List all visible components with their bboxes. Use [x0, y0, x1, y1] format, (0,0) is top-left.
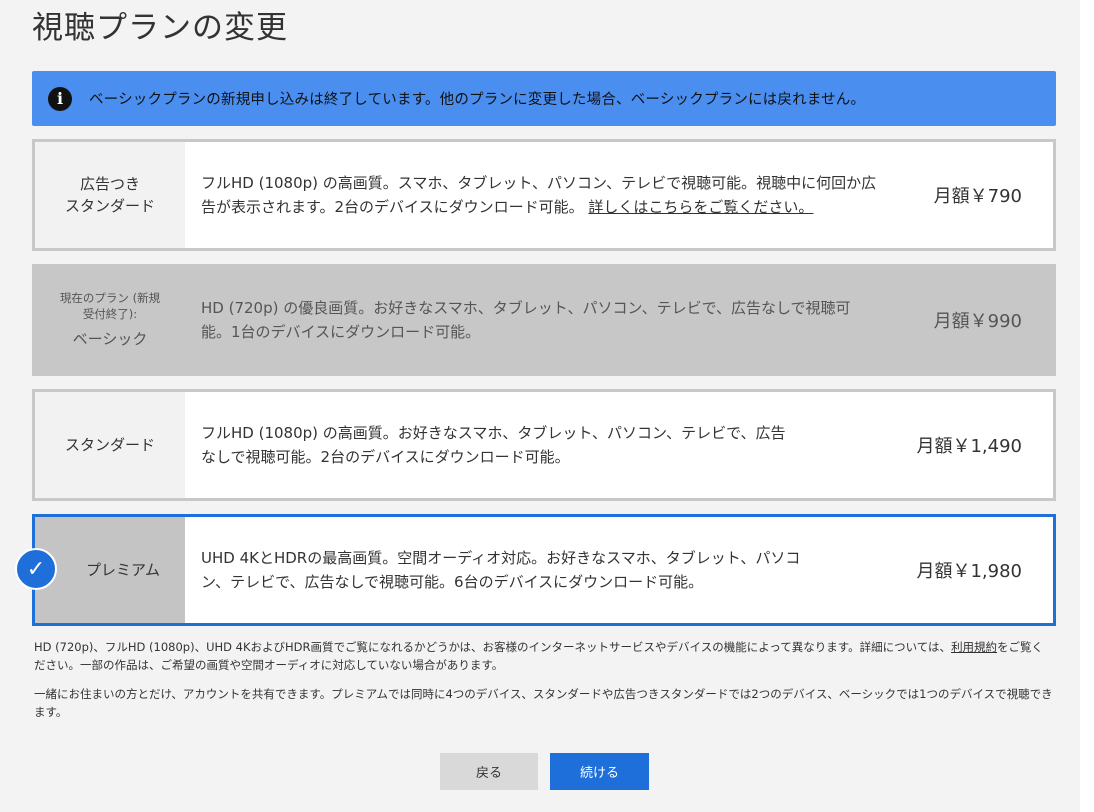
current-plan-label: 現在のプラン (新規受付終了):: [59, 291, 161, 321]
plan-name-line1: 広告つき: [79, 175, 140, 193]
plan-description-text: UHD 4KとHDRの最高画質。空間オーディオ対応。お好きなスマホ、タブレット、…: [201, 549, 801, 591]
quality-footnote: HD (720p)、フルHD (1080p)、UHD 4KおよびHDR画質でご覧…: [34, 638, 1054, 674]
notice-banner: i ベーシックプランの新規申し込みは終了しています。他のプランに変更した場合、ベ…: [32, 71, 1056, 126]
notice-text: ベーシックプランの新規申し込みは終了しています。他のプランに変更した場合、ベーシ…: [89, 92, 866, 108]
plan-price: 月額￥790: [933, 186, 1022, 207]
plan-option-standard-with-ads[interactable]: 広告つき スタンダード フルHD (1080p) の高画質。スマホ、タブレット、…: [32, 139, 1056, 251]
page-title: 視聴プランの変更: [32, 10, 288, 46]
plan-name: 現在のプラン (新規受付終了): ベーシック: [35, 267, 185, 373]
plan-name-text: プレミアム: [86, 561, 160, 579]
plan-description-text: フルHD (1080p) の高画質。お好きなスマホ、タブレット、パソコン、テレビ…: [201, 424, 786, 466]
plan-description-text: HD (720p) の優良画質。お好きなスマホ、タブレット、パソコン、テレビで、…: [201, 299, 851, 341]
details-link[interactable]: 詳しくはこちらをご覧ください。: [588, 198, 813, 216]
plan-option-basic-current: 現在のプラン (新規受付終了): ベーシック HD (720p) の優良画質。お…: [32, 264, 1056, 376]
plan-description: フルHD (1080p) の高画質。スマホ、タブレット、パソコン、テレビで視聴可…: [185, 142, 893, 248]
plan-name: プレミアム: [35, 517, 185, 623]
back-button[interactable]: 戻る: [440, 753, 538, 790]
plan-option-premium-selected[interactable]: プレミアム UHD 4KとHDRの最高画質。空間オーディオ対応。お好きなスマホ、…: [32, 514, 1056, 626]
plan-price: 月額￥1,490: [916, 436, 1022, 457]
page-edge-strip: [1080, 0, 1094, 812]
checkmark-icon: ✓: [15, 548, 57, 590]
plan-name: 広告つき スタンダード: [35, 142, 185, 248]
plan-description: フルHD (1080p) の高画質。お好きなスマホ、タブレット、パソコン、テレビ…: [185, 392, 893, 498]
plan-name-line2: スタンダード: [64, 197, 155, 215]
continue-button[interactable]: 続ける: [550, 753, 649, 790]
info-icon: i: [48, 86, 72, 111]
plan-price: 月額￥1,980: [916, 561, 1022, 582]
sharing-footnote: 一緒にお住まいの方とだけ、アカウントを共有できます。プレミアムでは同時に4つのデ…: [34, 687, 1053, 719]
plan-name-text: スタンダード: [64, 436, 155, 454]
terms-link[interactable]: 利用規約: [951, 640, 997, 654]
plan-name-text: ベーシック: [72, 330, 148, 348]
plan-name: スタンダード: [35, 392, 185, 498]
plan-option-standard[interactable]: スタンダード フルHD (1080p) の高画質。お好きなスマホ、タブレット、パ…: [32, 389, 1056, 501]
plan-description: HD (720p) の優良画質。お好きなスマホ、タブレット、パソコン、テレビで、…: [185, 267, 893, 373]
footnote-text: HD (720p)、フルHD (1080p)、UHD 4KおよびHDR画質でご覧…: [34, 640, 952, 654]
plan-description: UHD 4KとHDRの最高画質。空間オーディオ対応。お好きなスマホ、タブレット、…: [185, 517, 893, 623]
plan-price: 月額￥990: [933, 311, 1022, 332]
